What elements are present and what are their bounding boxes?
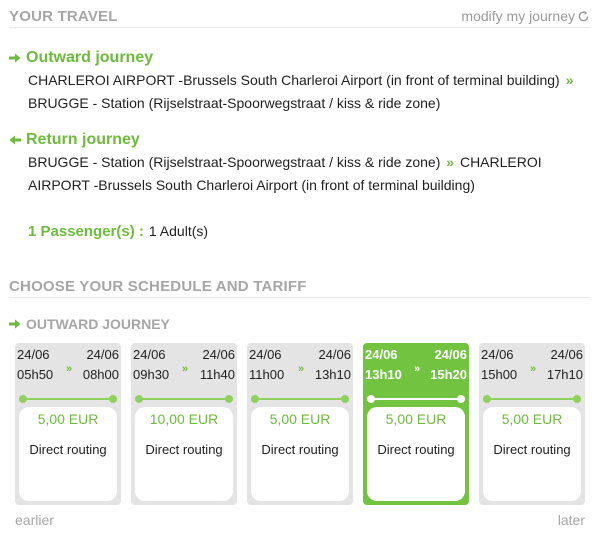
earlier-link[interactable]: earlier [15,512,54,528]
card-times: 24/06 05h50 » 24/06 08h00 [17,347,119,387]
outward-journey-summary: Outward journey CHARLEROI AIRPORT -Bruss… [9,47,584,115]
card-price: 5,00 EUR [501,411,563,427]
modify-journey-label: modify my journey [461,8,575,24]
card-routing: Direct routing [377,442,455,457]
outward-schedule-title: OUTWARD JOURNEY [26,316,170,332]
card-tariff: 5,00 EUR Direct routing [367,407,465,501]
card-tariff: 5,00 EUR Direct routing [19,407,117,501]
outward-route: CHARLEROI AIRPORT -Brussels South Charle… [9,69,584,115]
card-routing: Direct routing [29,442,107,457]
passenger-summary: 1 Passenger(s) : 1 Adult(s) [28,223,208,240]
departure-date: 24/06 [365,347,398,362]
card-price: 5,00 EUR [37,411,99,427]
time-arrow: » [66,363,73,375]
outward-to: BRUGGE - Station (Rijselstraat-Spoorwegs… [28,95,441,111]
schedule-card[interactable]: 24/06 15h00 » 24/06 17h10 5,00 EUR Direc… [479,343,585,505]
card-routing: Direct routing [261,442,339,457]
schedule-card[interactable]: 24/06 09h30 » 24/06 11h40 10,00 EUR Dire… [131,343,237,505]
card-times: 24/06 15h00 » 24/06 17h10 [481,347,583,387]
schedule-card[interactable]: 24/06 11h00 » 24/06 13h10 5,00 EUR Direc… [247,343,353,505]
card-tariff: 10,00 EUR Direct routing [135,407,233,501]
time-arrow: » [182,363,189,375]
your-travel-header: YOUR TRAVEL modify my journey [9,2,590,28]
time-arrow: » [414,363,421,375]
arrival-time: 15h20 [430,367,467,382]
later-link[interactable]: later [558,512,585,528]
departure-date: 24/06 [17,347,50,362]
card-tariff: 5,00 EUR Direct routing [251,407,349,501]
return-from: BRUGGE - Station (Rijselstraat-Spoorwegs… [28,154,441,170]
left-arrow-icon [9,135,21,145]
route-separator: » [565,72,574,88]
right-arrow-icon [9,53,21,63]
arrival-date: 24/06 [434,347,467,362]
right-arrow-icon [9,319,21,329]
card-price: 10,00 EUR [149,411,219,427]
departure-time: 11h00 [249,367,285,382]
return-journey-heading: Return journey [9,129,584,151]
arrival-date: 24/06 [550,347,583,362]
arrival-date: 24/06 [202,347,235,362]
return-route: BRUGGE - Station (Rijselstraat-Spoorwegs… [9,151,584,197]
passenger-count-label: 1 Passenger(s) : [28,223,144,240]
arrival-time: 17h10 [546,367,583,382]
refresh-icon [578,10,589,21]
schedule-title: CHOOSE YOUR SCHEDULE AND TARIFF [9,278,307,295]
departure-time: 15h00 [481,367,518,382]
route-line [251,395,349,403]
arrival-time: 13h10 [314,367,351,382]
route-separator: » [446,154,455,170]
time-arrow: » [298,363,305,375]
schedule-card[interactable]: 24/06 05h50 » 24/06 08h00 5,00 EUR Direc… [15,343,121,505]
your-travel-title: YOUR TRAVEL [9,8,118,25]
route-line [135,395,233,403]
card-times: 24/06 11h00 » 24/06 13h10 [249,347,351,387]
arrival-date: 24/06 [318,347,351,362]
card-routing: Direct routing [145,442,223,457]
time-arrow: » [530,363,537,375]
route-line [367,395,465,403]
card-routing: Direct routing [493,442,571,457]
outward-schedule-heading: OUTWARD JOURNEY [9,316,170,332]
return-journey-summary: Return journey BRUGGE - Station (Rijsels… [9,129,584,197]
schedule-header: CHOOSE YOUR SCHEDULE AND TARIFF [9,272,590,298]
schedule-card-selected[interactable]: 24/06 13h10 » 24/06 15h20 5,00 EUR Direc… [363,343,469,505]
card-price: 5,00 EUR [385,411,447,427]
arrival-date: 24/06 [86,347,119,362]
outward-journey-title: Outward journey [26,49,154,66]
departure-date: 24/06 [249,347,282,362]
card-tariff: 5,00 EUR Direct routing [483,407,581,501]
card-price: 5,00 EUR [269,411,331,427]
outward-from: CHARLEROI AIRPORT -Brussels South Charle… [28,72,560,88]
card-times: 24/06 13h10 » 24/06 15h20 [365,347,467,387]
route-line [483,395,581,403]
schedule-options: 24/06 05h50 » 24/06 08h00 5,00 EUR Direc… [15,343,585,505]
departure-date: 24/06 [481,347,514,362]
departure-time: 05h50 [17,367,54,382]
passenger-types: 1 Adult(s) [148,223,209,239]
modify-journey-link[interactable]: modify my journey [461,8,590,24]
card-times: 24/06 09h30 » 24/06 11h40 [133,347,235,387]
outward-journey-heading: Outward journey [9,47,584,69]
arrival-time: 08h00 [82,367,119,382]
departure-time: 13h10 [365,367,402,382]
departure-date: 24/06 [133,347,166,362]
arrival-time: 11h40 [199,367,235,382]
return-journey-title: Return journey [26,131,140,148]
departure-time: 09h30 [133,367,170,382]
route-line [19,395,117,403]
